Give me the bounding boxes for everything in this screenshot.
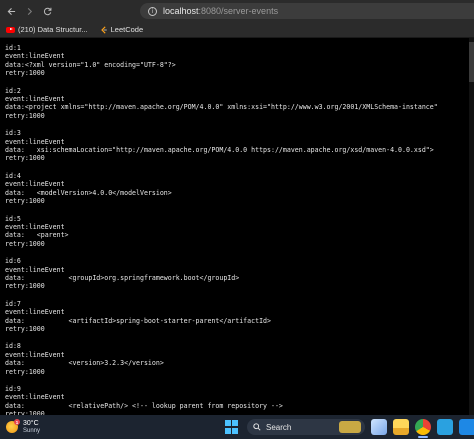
event-block: id:6 event:lineEvent data: <groupId>org.sp… <box>5 257 474 291</box>
arrow-left-icon <box>7 7 15 15</box>
event-line: id:7 <box>5 299 21 308</box>
event-line: retry:1000 <box>5 282 45 291</box>
chevron-right-icon <box>27 7 32 15</box>
event-block: id:2 event:lineEvent data:<project xmlns="… <box>5 87 474 121</box>
event-line: id:4 <box>5 171 21 180</box>
event-line: id:6 <box>5 257 21 266</box>
event-line: data: <relativePath/> <!-- lookup parent… <box>5 401 283 410</box>
bookmark-data-structures[interactable]: (210) Data Structur... <box>6 25 88 34</box>
event-line: id:2 <box>5 86 21 95</box>
event-block: id:1 event:lineEvent data:<?xml version="1… <box>5 44 474 78</box>
event-line: data: xsi:schemaLocation="http://maven.a… <box>5 146 434 155</box>
page-scrollbar[interactable] <box>469 38 474 415</box>
event-line: data: <groupId>org.springframework.boot<… <box>5 273 240 282</box>
windows-logo-icon <box>225 420 231 426</box>
event-line: event:lineEvent <box>5 393 65 402</box>
event-line: event:lineEvent <box>5 137 65 146</box>
event-block: id:9 event:lineEvent data: <relativePath/>… <box>5 385 474 415</box>
event-line: id:1 <box>5 44 21 52</box>
event-block: id:3 event:lineEvent data: xsi:schemaLocat… <box>5 129 474 163</box>
bookmark-label: (210) Data Structur... <box>18 25 88 34</box>
notification-badge: 1 <box>14 419 20 425</box>
sun-icon: 1 <box>6 419 20 433</box>
chrome-icon[interactable] <box>415 419 431 435</box>
bookmark-leetcode[interactable]: LeetCode <box>100 25 144 34</box>
event-line: event:lineEvent <box>5 52 65 61</box>
scrollbar-thumb[interactable] <box>469 42 474 82</box>
event-line: id:9 <box>5 385 21 393</box>
file-explorer-icon[interactable] <box>393 419 409 435</box>
event-line: data: <modelVersion>4.0.0</modelVersion> <box>5 188 172 197</box>
weather-condition: Sunny <box>23 427 41 434</box>
event-line: data: <artifactId>spring-boot-starter-pa… <box>5 316 271 325</box>
event-line: retry:1000 <box>5 197 45 206</box>
event-block: id:7 event:lineEvent data: <artifactId>spr… <box>5 300 474 334</box>
event-line: event:lineEvent <box>5 308 65 317</box>
youtube-icon <box>6 26 15 33</box>
reload-button[interactable] <box>38 0 56 22</box>
app-icon-5[interactable] <box>459 419 474 435</box>
event-line: data:<project xmlns="http://maven.apache… <box>5 103 438 112</box>
weather-temperature: 30°C <box>23 419 39 427</box>
server-events-output: id:1 event:lineEvent data:<?xml version="1… <box>0 38 474 415</box>
url-text: localhost:8080/server-events <box>163 6 279 16</box>
event-line: id:8 <box>5 342 21 351</box>
event-line: id:3 <box>5 129 21 138</box>
bookmark-label: LeetCode <box>110 25 144 34</box>
app-icon-1[interactable] <box>371 419 387 435</box>
event-line: retry:1000 <box>5 239 45 248</box>
leetcode-icon <box>100 25 108 34</box>
event-block: id:5 event:lineEvent data: <parent> retry:1… <box>5 215 474 249</box>
event-block: id:8 event:lineEvent data: <version>3.2.3<… <box>5 342 474 376</box>
weather-widget[interactable]: 1 30°C Sunny <box>6 419 41 435</box>
reload-icon <box>43 7 51 15</box>
taskbar: 1 30°C Sunny Search <box>0 415 474 439</box>
taskbar-search[interactable]: Search <box>247 419 365 435</box>
event-line: retry:1000 <box>5 69 45 78</box>
event-line: event:lineEvent <box>5 180 65 189</box>
search-icon <box>253 423 261 431</box>
event-line: retry:1000 <box>5 111 45 120</box>
event-line: data: <version>3.2.3</version> <box>5 359 164 368</box>
event-line: retry:1000 <box>5 324 45 333</box>
event-line: retry:1000 <box>5 367 45 376</box>
event-line: data: <parent> <box>5 231 69 240</box>
event-line: event:lineEvent <box>5 95 65 104</box>
bookmarks-bar: (210) Data Structur... LeetCode <box>0 22 474 38</box>
browser-toolbar: i localhost:8080/server-events <box>0 0 474 22</box>
app-icon-4[interactable] <box>437 419 453 435</box>
event-line: event:lineEvent <box>5 222 65 231</box>
start-button[interactable] <box>225 420 239 434</box>
search-highlight-icon <box>339 421 361 433</box>
event-line: event:lineEvent <box>5 350 65 359</box>
search-label: Search <box>266 422 292 432</box>
site-info-icon[interactable]: i <box>148 6 157 16</box>
forward-button[interactable] <box>20 0 38 22</box>
address-bar[interactable]: i localhost:8080/server-events <box>140 3 474 19</box>
back-button[interactable] <box>2 0 20 22</box>
event-line: retry:1000 <box>5 154 45 163</box>
event-line: data:<?xml version="1.0" encoding="UTF-8… <box>5 60 176 69</box>
event-line: event:lineEvent <box>5 265 65 274</box>
event-block: id:4 event:lineEvent data: <modelVersion>4… <box>5 172 474 206</box>
event-line: id:5 <box>5 214 21 223</box>
